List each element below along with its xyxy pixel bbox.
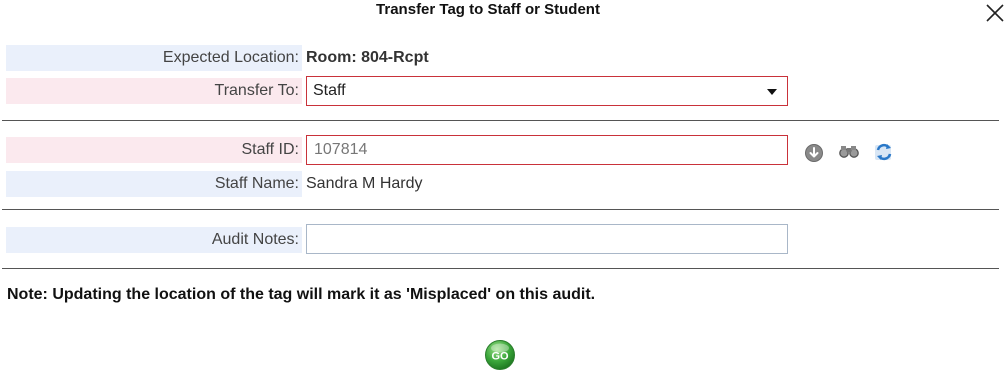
go-button-label: GO (491, 351, 509, 363)
transfer-to-label: Transfer To: (6, 78, 302, 104)
expected-location-label: Expected Location: (6, 45, 302, 71)
go-button[interactable]: GO (484, 339, 516, 371)
audit-notes-input[interactable] (306, 224, 788, 254)
divider (2, 120, 999, 121)
staff-id-value: 107814 (314, 141, 368, 158)
expected-location-value: Room: 804-Rcpt (306, 49, 429, 66)
staff-id-label: Staff ID: (6, 137, 302, 163)
staff-name-value: Sandra M Hardy (306, 175, 423, 192)
divider (2, 209, 999, 210)
transfer-to-select[interactable]: Staff (306, 76, 788, 106)
binoculars-icon[interactable] (838, 142, 860, 162)
transfer-to-selected-value: Staff (313, 82, 346, 99)
divider (2, 268, 999, 269)
close-icon[interactable] (984, 2, 1006, 24)
refresh-icon[interactable] (873, 141, 895, 163)
dropdown-caret-icon (767, 89, 777, 95)
misplaced-note: Note: Updating the location of the tag w… (7, 286, 596, 303)
staff-name-label: Staff Name: (6, 171, 302, 197)
arrow-down-circle-icon[interactable] (804, 143, 824, 163)
dialog-title: Transfer Tag to Staff or Student (376, 1, 600, 18)
audit-notes-label: Audit Notes: (6, 227, 302, 253)
staff-id-input[interactable]: 107814 (306, 135, 788, 165)
